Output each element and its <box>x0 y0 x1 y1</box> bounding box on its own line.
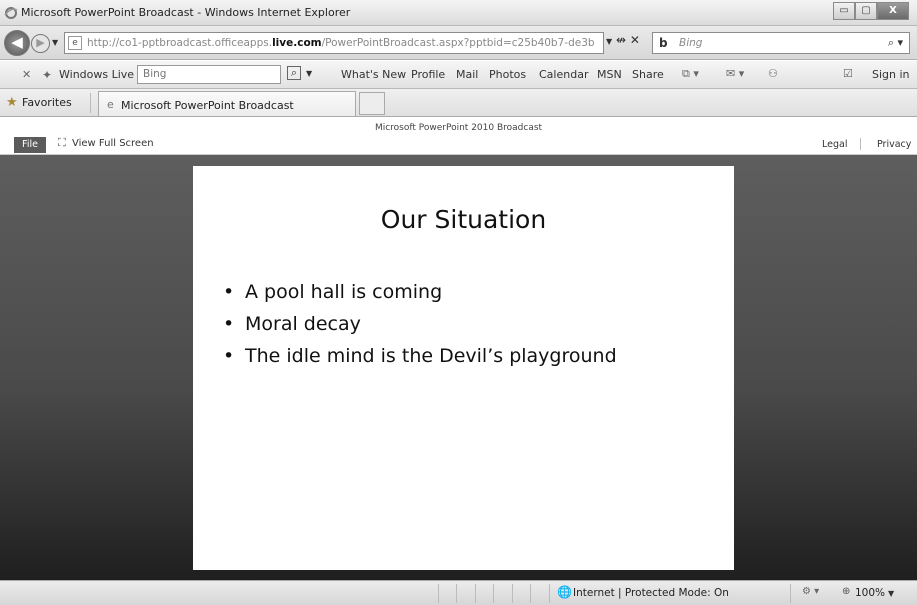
view-full-screen-button[interactable]: View Full Screen <box>72 138 154 149</box>
address-tools: ▼ ↮ ✕ <box>606 33 640 47</box>
window-title: Microsoft PowerPoint Broadcast - Windows… <box>21 6 351 19</box>
favorites-star-icon[interactable]: ★ <box>6 95 18 110</box>
window-controls: ▭ ▢ X <box>833 2 909 20</box>
security-status-icon[interactable]: ⚙ ▾ <box>802 586 819 597</box>
search-box[interactable]: b Bing ⌕ ▾ <box>652 32 910 54</box>
toolbar-close-icon[interactable]: ✕ <box>22 68 31 81</box>
status-panels <box>420 584 551 603</box>
forward-button[interactable]: ▶ <box>31 34 50 53</box>
address-dropdown-icon[interactable]: ▼ <box>606 37 612 46</box>
ie-logo-icon <box>4 7 18 19</box>
header-divider <box>860 138 861 150</box>
favorites-bar: ★ Favorites e Microsoft PowerPoint Broad… <box>0 89 917 117</box>
toolbar-link-profile[interactable]: Profile <box>411 68 445 81</box>
windows-live-search-input[interactable]: Bing <box>137 65 281 84</box>
search-options-dropdown-icon[interactable]: ▼ <box>306 69 312 78</box>
toolbar-link-photos[interactable]: Photos <box>489 68 526 81</box>
slide-title: Our Situation <box>380 205 547 234</box>
url-text[interactable]: http://co1-pptbroadcast.officeapps.live.… <box>87 37 595 49</box>
full-screen-icon[interactable]: ⛶ <box>58 136 66 150</box>
slide-bullet: • The idle mind is the Devil’s playground <box>223 345 617 367</box>
window-titlebar: Microsoft PowerPoint Broadcast - Windows… <box>0 0 917 26</box>
toolbar-link-calendar[interactable]: Calendar <box>539 68 588 81</box>
windows-live-label[interactable]: Windows Live <box>59 68 134 81</box>
new-tab-button[interactable] <box>359 92 385 115</box>
windows-live-search-button[interactable]: ⌕ <box>287 66 301 80</box>
search-icon[interactable]: ⌕ ▾ <box>888 36 903 50</box>
zoom-dropdown-icon[interactable]: ▼ <box>888 589 894 598</box>
windows-live-toolbar: ✕ ✦ Windows Live Bing ⌕ ▼ What's New Pro… <box>0 61 917 89</box>
address-bar[interactable]: e http://co1-pptbroadcast.officeapps.liv… <box>64 32 604 54</box>
tab-ie-icon: e <box>107 98 114 111</box>
tab-label: Microsoft PowerPoint Broadcast <box>121 99 294 112</box>
favorites-divider <box>90 93 91 113</box>
slide: Our Situation • A pool hall is coming • Mo… <box>193 166 734 570</box>
legal-link[interactable]: Legal <box>822 139 847 150</box>
zoom-icon[interactable]: ⊕ <box>842 586 850 597</box>
close-window-button[interactable]: X <box>877 2 909 20</box>
bing-icon: b <box>659 36 668 50</box>
maximize-button[interactable]: ▢ <box>855 2 877 20</box>
refresh-icon[interactable]: ↮ <box>616 33 626 47</box>
toolbar-link-mail[interactable]: Mail <box>456 68 478 81</box>
stop-icon[interactable]: ✕ <box>630 33 640 47</box>
slide-bullet: • Moral decay <box>223 313 361 335</box>
sign-in-link[interactable]: Sign in <box>872 68 910 81</box>
search-placeholder: Bing <box>679 37 703 49</box>
mail-icon[interactable]: ✉ ▾ <box>726 67 744 80</box>
security-zone-text[interactable]: Internet | Protected Mode: On <box>573 587 729 599</box>
page-icon: e <box>68 36 82 50</box>
slide-stage: Our Situation • A pool hall is coming • Mo… <box>0 155 917 580</box>
back-button[interactable]: ◀ <box>4 30 30 56</box>
slide-bullet-list: • A pool hall is coming • Moral decay • The… <box>223 276 723 372</box>
windows-live-logo-icon: ✦ <box>42 68 53 82</box>
globe-icon: 🌐 <box>557 585 572 599</box>
navigation-bar: ◀ ▶ ▼ e http://co1-pptbroadcast.officeap… <box>0 26 917 60</box>
messenger-icon[interactable]: ⧉ ▾ <box>682 67 699 81</box>
zoom-level[interactable]: 100% <box>855 587 885 599</box>
privacy-link[interactable]: Privacy <box>877 139 911 150</box>
slide-bullet: • A pool hall is coming <box>223 281 443 303</box>
toolbar-link-msn[interactable]: MSN <box>597 68 622 81</box>
minimize-button[interactable]: ▭ <box>833 2 855 20</box>
recent-pages-dropdown-icon[interactable]: ▼ <box>52 38 58 47</box>
tab-powerpoint-broadcast[interactable]: e Microsoft PowerPoint Broadcast <box>98 91 356 116</box>
checkbox-icon[interactable]: ☑ <box>843 67 853 80</box>
powerpoint-header: Microsoft PowerPoint 2010 Broadcast File… <box>0 117 917 155</box>
broadcast-title: Microsoft PowerPoint 2010 Broadcast <box>374 123 543 133</box>
favorites-button[interactable]: Favorites <box>22 96 72 109</box>
toolbar-link-whats-new[interactable]: What's New <box>341 68 406 81</box>
file-tab[interactable]: File <box>14 137 46 153</box>
toolbar-link-share[interactable]: Share <box>632 68 664 81</box>
status-bar: 🌐 Internet | Protected Mode: On ⚙ ▾ ⊕ 10… <box>0 580 917 605</box>
status-divider <box>790 584 791 603</box>
people-icon[interactable]: ⚇ <box>768 67 778 80</box>
